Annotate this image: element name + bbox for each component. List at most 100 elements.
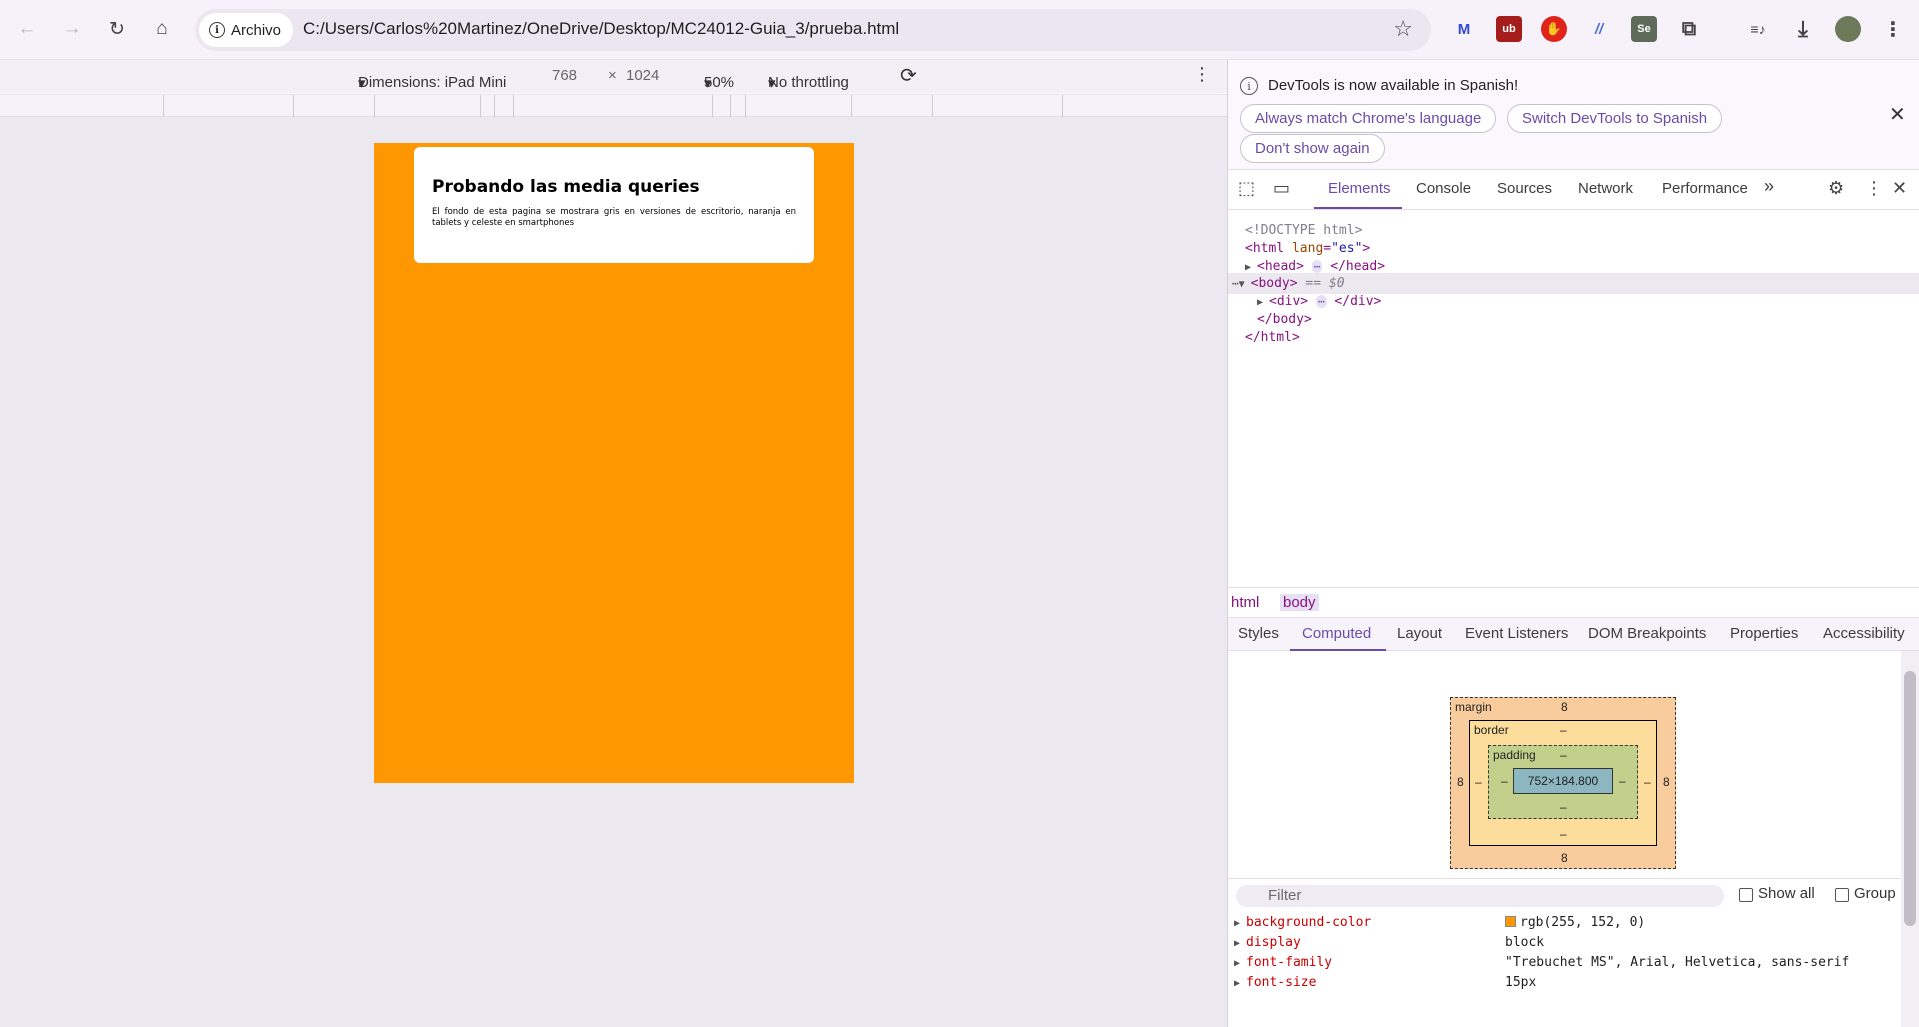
tab-styles[interactable]: Styles: [1238, 625, 1279, 642]
tab-console[interactable]: Console: [1416, 180, 1471, 197]
tab-dom-breakpoints[interactable]: DOM Breakpoints: [1588, 625, 1706, 642]
settings-gear-icon[interactable]: ⚙: [1828, 178, 1844, 199]
computed-property-row[interactable]: ▶ font-size: [1234, 973, 1316, 993]
media-control-icon[interactable]: ≡♪: [1745, 16, 1771, 42]
profile-avatar[interactable]: [1835, 16, 1861, 42]
emulated-viewport-area: Probando las media queries El fondo de e…: [0, 117, 1227, 1027]
property-name: display: [1246, 935, 1301, 950]
more-tabs-icon[interactable]: »: [1764, 176, 1774, 197]
padding-label: padding: [1493, 748, 1536, 762]
emulated-device-page[interactable]: Probando las media queries El fondo de e…: [374, 143, 854, 783]
computed-property-row[interactable]: ▶ background-color: [1234, 913, 1371, 933]
margin-right-value[interactable]: 8: [1663, 775, 1670, 789]
border-right-value[interactable]: –: [1644, 775, 1651, 789]
collapsed-ellipsis[interactable]: ⋯: [1315, 295, 1327, 308]
analytics-extension-icon[interactable]: //: [1586, 16, 1612, 42]
bookmark-star-icon[interactable]: ☆: [1393, 16, 1413, 42]
tab-network[interactable]: Network: [1578, 180, 1633, 197]
device-toolbar-menu-icon[interactable]: ⋮: [1193, 64, 1211, 85]
box-model-margin[interactable]: margin 8 8 8 8 border – – – – padding – …: [1450, 697, 1676, 869]
collapse-triangle-icon[interactable]: ▼: [1239, 274, 1251, 295]
browser-menu-icon[interactable]: ⋮: [1880, 16, 1906, 42]
rotate-icon[interactable]: ⟳: [900, 63, 917, 88]
color-swatch[interactable]: [1505, 916, 1516, 927]
ublock-extension-icon[interactable]: ub: [1496, 16, 1522, 42]
device-width-input[interactable]: 768: [552, 67, 577, 84]
download-icon[interactable]: ⤓: [1790, 16, 1816, 42]
reload-icon: ↻: [109, 18, 125, 40]
selenium-extension-icon[interactable]: Se: [1631, 16, 1657, 42]
dont-show-again-button[interactable]: Don't show again: [1240, 134, 1385, 163]
box-model-padding[interactable]: padding – – – – 752×184.800: [1488, 745, 1638, 819]
show-all-checkbox[interactable]: [1739, 888, 1753, 902]
expand-triangle-icon[interactable]: ▶: [1234, 954, 1246, 974]
close-devtools-icon[interactable]: ✕: [1892, 178, 1907, 199]
inspect-element-icon[interactable]: ⬚: [1238, 178, 1255, 199]
tab-performance[interactable]: Performance: [1662, 180, 1748, 197]
media-query-ruler[interactable]: [0, 94, 1227, 117]
margin-bottom-value[interactable]: 8: [1561, 851, 1568, 865]
property-name: font-family: [1246, 955, 1333, 970]
dom-html-close[interactable]: </html>: [1245, 327, 1300, 348]
padding-left-value[interactable]: –: [1501, 774, 1508, 788]
tab-properties[interactable]: Properties: [1730, 625, 1798, 642]
margin-top-value[interactable]: 8: [1561, 700, 1568, 714]
url-text[interactable]: C:/Users/Carlos%20Martinez/OneDrive/Desk…: [303, 19, 899, 39]
breadcrumb-body[interactable]: body: [1280, 594, 1319, 611]
close-notice-icon[interactable]: ✕: [1889, 102, 1906, 127]
adblock-extension-icon[interactable]: ✋: [1541, 16, 1567, 42]
tab-computed[interactable]: Computed: [1302, 625, 1371, 642]
back-button[interactable]: ←: [12, 14, 42, 44]
padding-right-value[interactable]: –: [1619, 774, 1626, 788]
border-left-value[interactable]: –: [1475, 775, 1482, 789]
tab-elements[interactable]: Elements: [1328, 180, 1391, 197]
property-value: 15px: [1505, 975, 1537, 990]
computed-property-row[interactable]: ▶ display: [1234, 933, 1301, 953]
padding-bottom-value[interactable]: –: [1560, 800, 1567, 814]
reload-button[interactable]: ↻: [102, 14, 132, 44]
collapsed-ellipsis[interactable]: ⋯: [1311, 260, 1323, 273]
computed-property-row[interactable]: ▶ font-family: [1234, 953, 1332, 973]
html-tag: <html: [1245, 241, 1292, 256]
chevron-down-icon: ▾: [704, 75, 712, 92]
forward-button[interactable]: →: [57, 14, 87, 44]
expand-triangle-icon[interactable]: ▶: [1234, 974, 1246, 994]
group-checkbox[interactable]: [1835, 888, 1849, 902]
tab-sources[interactable]: Sources: [1497, 180, 1552, 197]
box-model-border[interactable]: border – – – – padding – – – – 752×184.8…: [1469, 720, 1657, 846]
box-model-content[interactable]: 752×184.800: [1513, 768, 1613, 794]
active-tab-indicator: [1314, 207, 1402, 209]
breadcrumb-html[interactable]: html: [1228, 594, 1262, 611]
computed-scrollbar[interactable]: [1901, 651, 1919, 1027]
html-close-tag: </html>: [1245, 330, 1300, 345]
border-top-value[interactable]: –: [1560, 723, 1567, 737]
padding-top-value[interactable]: –: [1560, 748, 1567, 762]
border-bottom-value[interactable]: –: [1560, 827, 1567, 841]
devtools-menu-icon[interactable]: ⋮: [1865, 178, 1883, 199]
property-name: font-size: [1246, 975, 1317, 990]
site-info-label: Archivo: [231, 21, 282, 39]
home-button[interactable]: ⌂: [147, 14, 177, 44]
body-open-tag: <body>: [1250, 276, 1298, 291]
tab-accessibility[interactable]: Accessibility: [1823, 625, 1905, 642]
device-toggle-icon[interactable]: ▭: [1273, 178, 1290, 199]
margin-left-value[interactable]: 8: [1457, 775, 1464, 789]
info-icon: i: [209, 22, 225, 38]
div-open-tag: <div>: [1269, 294, 1309, 309]
expand-triangle-icon[interactable]: ▶: [1234, 914, 1246, 934]
address-bar[interactable]: i Archivo C:/Users/Carlos%20Martinez/One…: [195, 9, 1431, 51]
margin-label: margin: [1455, 700, 1492, 714]
devtools-panel: i DevTools is now available in Spanish! …: [1227, 60, 1919, 1027]
scrollbar-thumb[interactable]: [1904, 671, 1916, 926]
row-menu-dots-icon[interactable]: ⋯: [1232, 277, 1239, 290]
switch-spanish-button[interactable]: Switch DevTools to Spanish: [1507, 104, 1723, 133]
match-language-button[interactable]: Always match Chrome's language: [1240, 104, 1497, 133]
site-info-chip[interactable]: i Archivo: [199, 13, 294, 47]
extensions-puzzle-icon[interactable]: ⧉: [1676, 16, 1702, 42]
malwarebytes-extension-icon[interactable]: M: [1451, 16, 1477, 42]
filter-input[interactable]: Filter: [1236, 885, 1724, 907]
expand-triangle-icon[interactable]: ▶: [1234, 934, 1246, 954]
device-height-input[interactable]: 1024: [626, 67, 659, 84]
tab-event-listeners[interactable]: Event Listeners: [1465, 625, 1568, 642]
tab-layout[interactable]: Layout: [1397, 625, 1442, 642]
